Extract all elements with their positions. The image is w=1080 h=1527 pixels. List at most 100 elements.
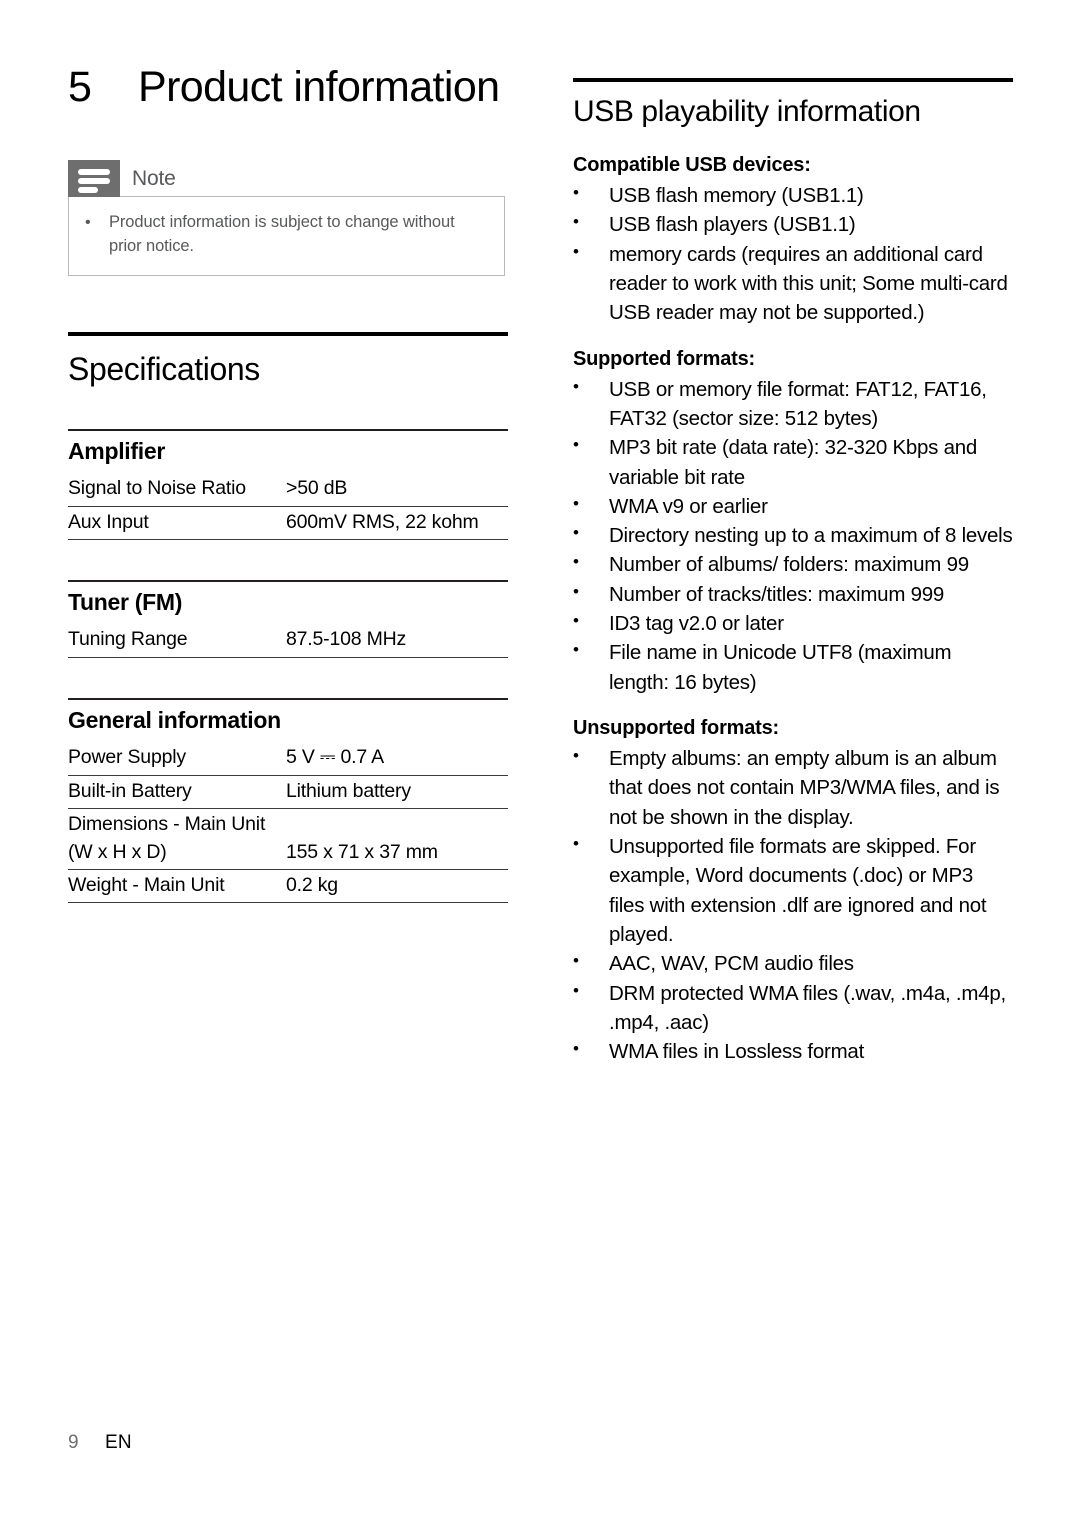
note-line-1 bbox=[78, 169, 110, 176]
list-item-text: MP3 bit rate (data rate): 32-320 Kbps an… bbox=[609, 436, 978, 489]
spec-key: Dimensions - Main Unit bbox=[68, 813, 266, 836]
bullet-icon: • bbox=[573, 746, 579, 765]
bullet-icon: • bbox=[573, 611, 579, 631]
note-line-3 bbox=[78, 187, 98, 194]
list-item: • USB flash memory (USB1.1) bbox=[573, 181, 1013, 210]
note-header: Note bbox=[68, 160, 505, 198]
list-item: • WMA files in Lossless format bbox=[573, 1037, 1013, 1066]
bullet-icon: • bbox=[573, 640, 579, 660]
spec-group-general: General information Power Supply 5 V ⎓ 0… bbox=[68, 697, 508, 904]
table-row: Dimensions - Main Unit bbox=[68, 809, 508, 837]
list-item: • MP3 bit rate (data rate): 32-320 Kbps … bbox=[573, 433, 1013, 492]
group-rule bbox=[68, 697, 508, 700]
spec-group-amplifier: Amplifier Signal to Noise Ratio >50 dB A… bbox=[68, 428, 508, 540]
note-item: • Product information is subject to chan… bbox=[85, 211, 488, 259]
list-item-text: USB or memory file format: FAT12, FAT16,… bbox=[609, 377, 987, 430]
bullet-icon: • bbox=[573, 435, 579, 455]
spec-table-amplifier: Signal to Noise Ratio >50 dB Aux Input 6… bbox=[68, 473, 508, 540]
list-item: • Directory nesting up to a maximum of 8… bbox=[573, 521, 1013, 550]
spec-group-tuner: Tuner (FM) Tuning Range 87.5-108 MHz bbox=[68, 579, 508, 658]
note-item-text: Product information is subject to change… bbox=[109, 213, 455, 256]
chapter-number: 5 bbox=[68, 63, 92, 111]
group-rule bbox=[68, 428, 508, 431]
list-item: • WMA v9 or earlier bbox=[573, 492, 1013, 521]
list-item-text: USB flash memory (USB1.1) bbox=[609, 184, 864, 207]
list-item-text: WMA files in Lossless format bbox=[609, 1040, 865, 1064]
bullet-icon: • bbox=[573, 523, 579, 543]
list-item-text: WMA v9 or earlier bbox=[609, 494, 768, 518]
spec-group-title: General information bbox=[68, 706, 281, 733]
bullet-icon: • bbox=[85, 214, 91, 232]
bullet-icon: • bbox=[573, 980, 579, 1000]
bullet-icon: • bbox=[573, 833, 579, 853]
spec-key: (W x H x D) bbox=[68, 836, 286, 870]
specifications-section: Specifications Amplifier Signal to Noise… bbox=[68, 332, 508, 904]
list-item-text: Directory nesting up to a maximum of 8 l… bbox=[609, 524, 1013, 548]
table-row: Power Supply 5 V ⎓ 0.7 A bbox=[68, 742, 508, 776]
spec-group-title: Tuner (FM) bbox=[68, 588, 183, 615]
list-item-text: USB flash players (USB1.1) bbox=[609, 213, 856, 237]
list-item-text: memory cards (requires an additional car… bbox=[609, 242, 1008, 325]
usb-block-heading: Compatible USB devices: bbox=[573, 154, 811, 176]
spec-value: 87.5-108 MHz bbox=[286, 624, 508, 658]
spec-value bbox=[286, 809, 508, 837]
list-item: • memory cards (requires an additional c… bbox=[573, 240, 1013, 328]
spec-key: Signal to Noise Ratio bbox=[68, 473, 286, 507]
list-item: • DRM protected WMA files (.wav, .m4a, .… bbox=[573, 979, 1013, 1038]
list-item-text: Number of tracks/titles: maximum 999 bbox=[609, 582, 945, 606]
spec-key: Power Supply bbox=[68, 742, 286, 776]
list-item: • AAC, WAV, PCM audio files bbox=[573, 949, 1013, 978]
list-item: • Empty albums: an empty album is an alb… bbox=[573, 744, 1013, 832]
chapter-title: Product information bbox=[138, 63, 500, 111]
group-rule bbox=[68, 579, 508, 582]
list-item-text: ID3 tag v2.0 or later bbox=[609, 612, 784, 636]
spec-table-general: Power Supply 5 V ⎓ 0.7 A Built-in Batter… bbox=[68, 742, 508, 904]
bullet-icon: • bbox=[573, 552, 579, 572]
usb-heading: USB playability information bbox=[573, 95, 921, 128]
spec-value: 600mV RMS, 22 kohm bbox=[286, 506, 508, 540]
list-item: • File name in Unicode UTF8 (maximum len… bbox=[573, 638, 1013, 697]
spec-value: 155 x 71 x 37 mm bbox=[286, 836, 508, 870]
bullet-icon: • bbox=[573, 241, 579, 261]
section-rule bbox=[68, 332, 508, 337]
table-row: Aux Input 600mV RMS, 22 kohm bbox=[68, 506, 508, 540]
note-line-2 bbox=[78, 178, 110, 185]
bullet-icon: • bbox=[573, 212, 579, 232]
usb-unsupported-list: • Empty albums: an empty album is an alb… bbox=[573, 744, 1013, 1066]
list-item-text: File name in Unicode UTF8 (maximum lengt… bbox=[609, 641, 952, 694]
bullet-icon: • bbox=[573, 951, 579, 971]
usb-block-heading: Unsupported formats: bbox=[573, 717, 780, 739]
right-column: USB playability information Compatible U… bbox=[573, 78, 1013, 1066]
page-number: 9 bbox=[68, 1432, 79, 1453]
list-item: • Number of albums/ folders: maximum 99 bbox=[573, 550, 1013, 579]
spec-key: Built-in Battery bbox=[68, 775, 286, 810]
list-item: • USB flash players (USB1.1) bbox=[573, 210, 1013, 239]
bullet-icon: • bbox=[573, 493, 579, 513]
table-row: Weight - Main Unit 0.2 kg bbox=[68, 869, 508, 904]
section-rule bbox=[573, 78, 1013, 82]
bullet-icon: • bbox=[573, 376, 579, 396]
chapter-heading: 5 Product information bbox=[68, 62, 508, 112]
table-row: (W x H x D) 155 x 71 x 37 mm bbox=[68, 836, 508, 870]
usb-supported-list: • USB or memory file format: FAT12, FAT1… bbox=[573, 375, 1013, 697]
spec-value: 5 V ⎓ 0.7 A bbox=[286, 742, 508, 776]
spec-table-tuner: Tuning Range 87.5-108 MHz bbox=[68, 624, 508, 658]
spec-value: 0.2 kg bbox=[286, 869, 508, 904]
specifications-heading: Specifications bbox=[68, 351, 260, 388]
bullet-icon: • bbox=[573, 183, 579, 202]
spec-group-title: Amplifier bbox=[68, 437, 165, 464]
bullet-icon: • bbox=[573, 1039, 579, 1059]
table-row: Tuning Range 87.5-108 MHz bbox=[68, 624, 508, 658]
table-row: Signal to Noise Ratio >50 dB bbox=[68, 473, 508, 507]
spec-value: >50 dB bbox=[286, 473, 508, 507]
left-column: 5 Product information Note • Product inf… bbox=[68, 62, 508, 904]
list-item: • Unsupported file formats are skipped. … bbox=[573, 832, 1013, 949]
list-item-text: Number of albums/ folders: maximum 99 bbox=[609, 553, 969, 577]
list-item-text: Unsupported file formats are skipped. Fo… bbox=[609, 834, 987, 946]
note-lines-icon bbox=[68, 160, 120, 198]
spec-value: Lithium battery bbox=[286, 775, 508, 810]
list-item-text: DRM protected WMA files (.wav, .m4a, .m4… bbox=[609, 981, 1006, 1034]
document-page: 5 Product information Note • Product inf… bbox=[0, 0, 1080, 1527]
spec-key: Weight - Main Unit bbox=[68, 869, 286, 904]
spec-key: Aux Input bbox=[68, 506, 286, 540]
